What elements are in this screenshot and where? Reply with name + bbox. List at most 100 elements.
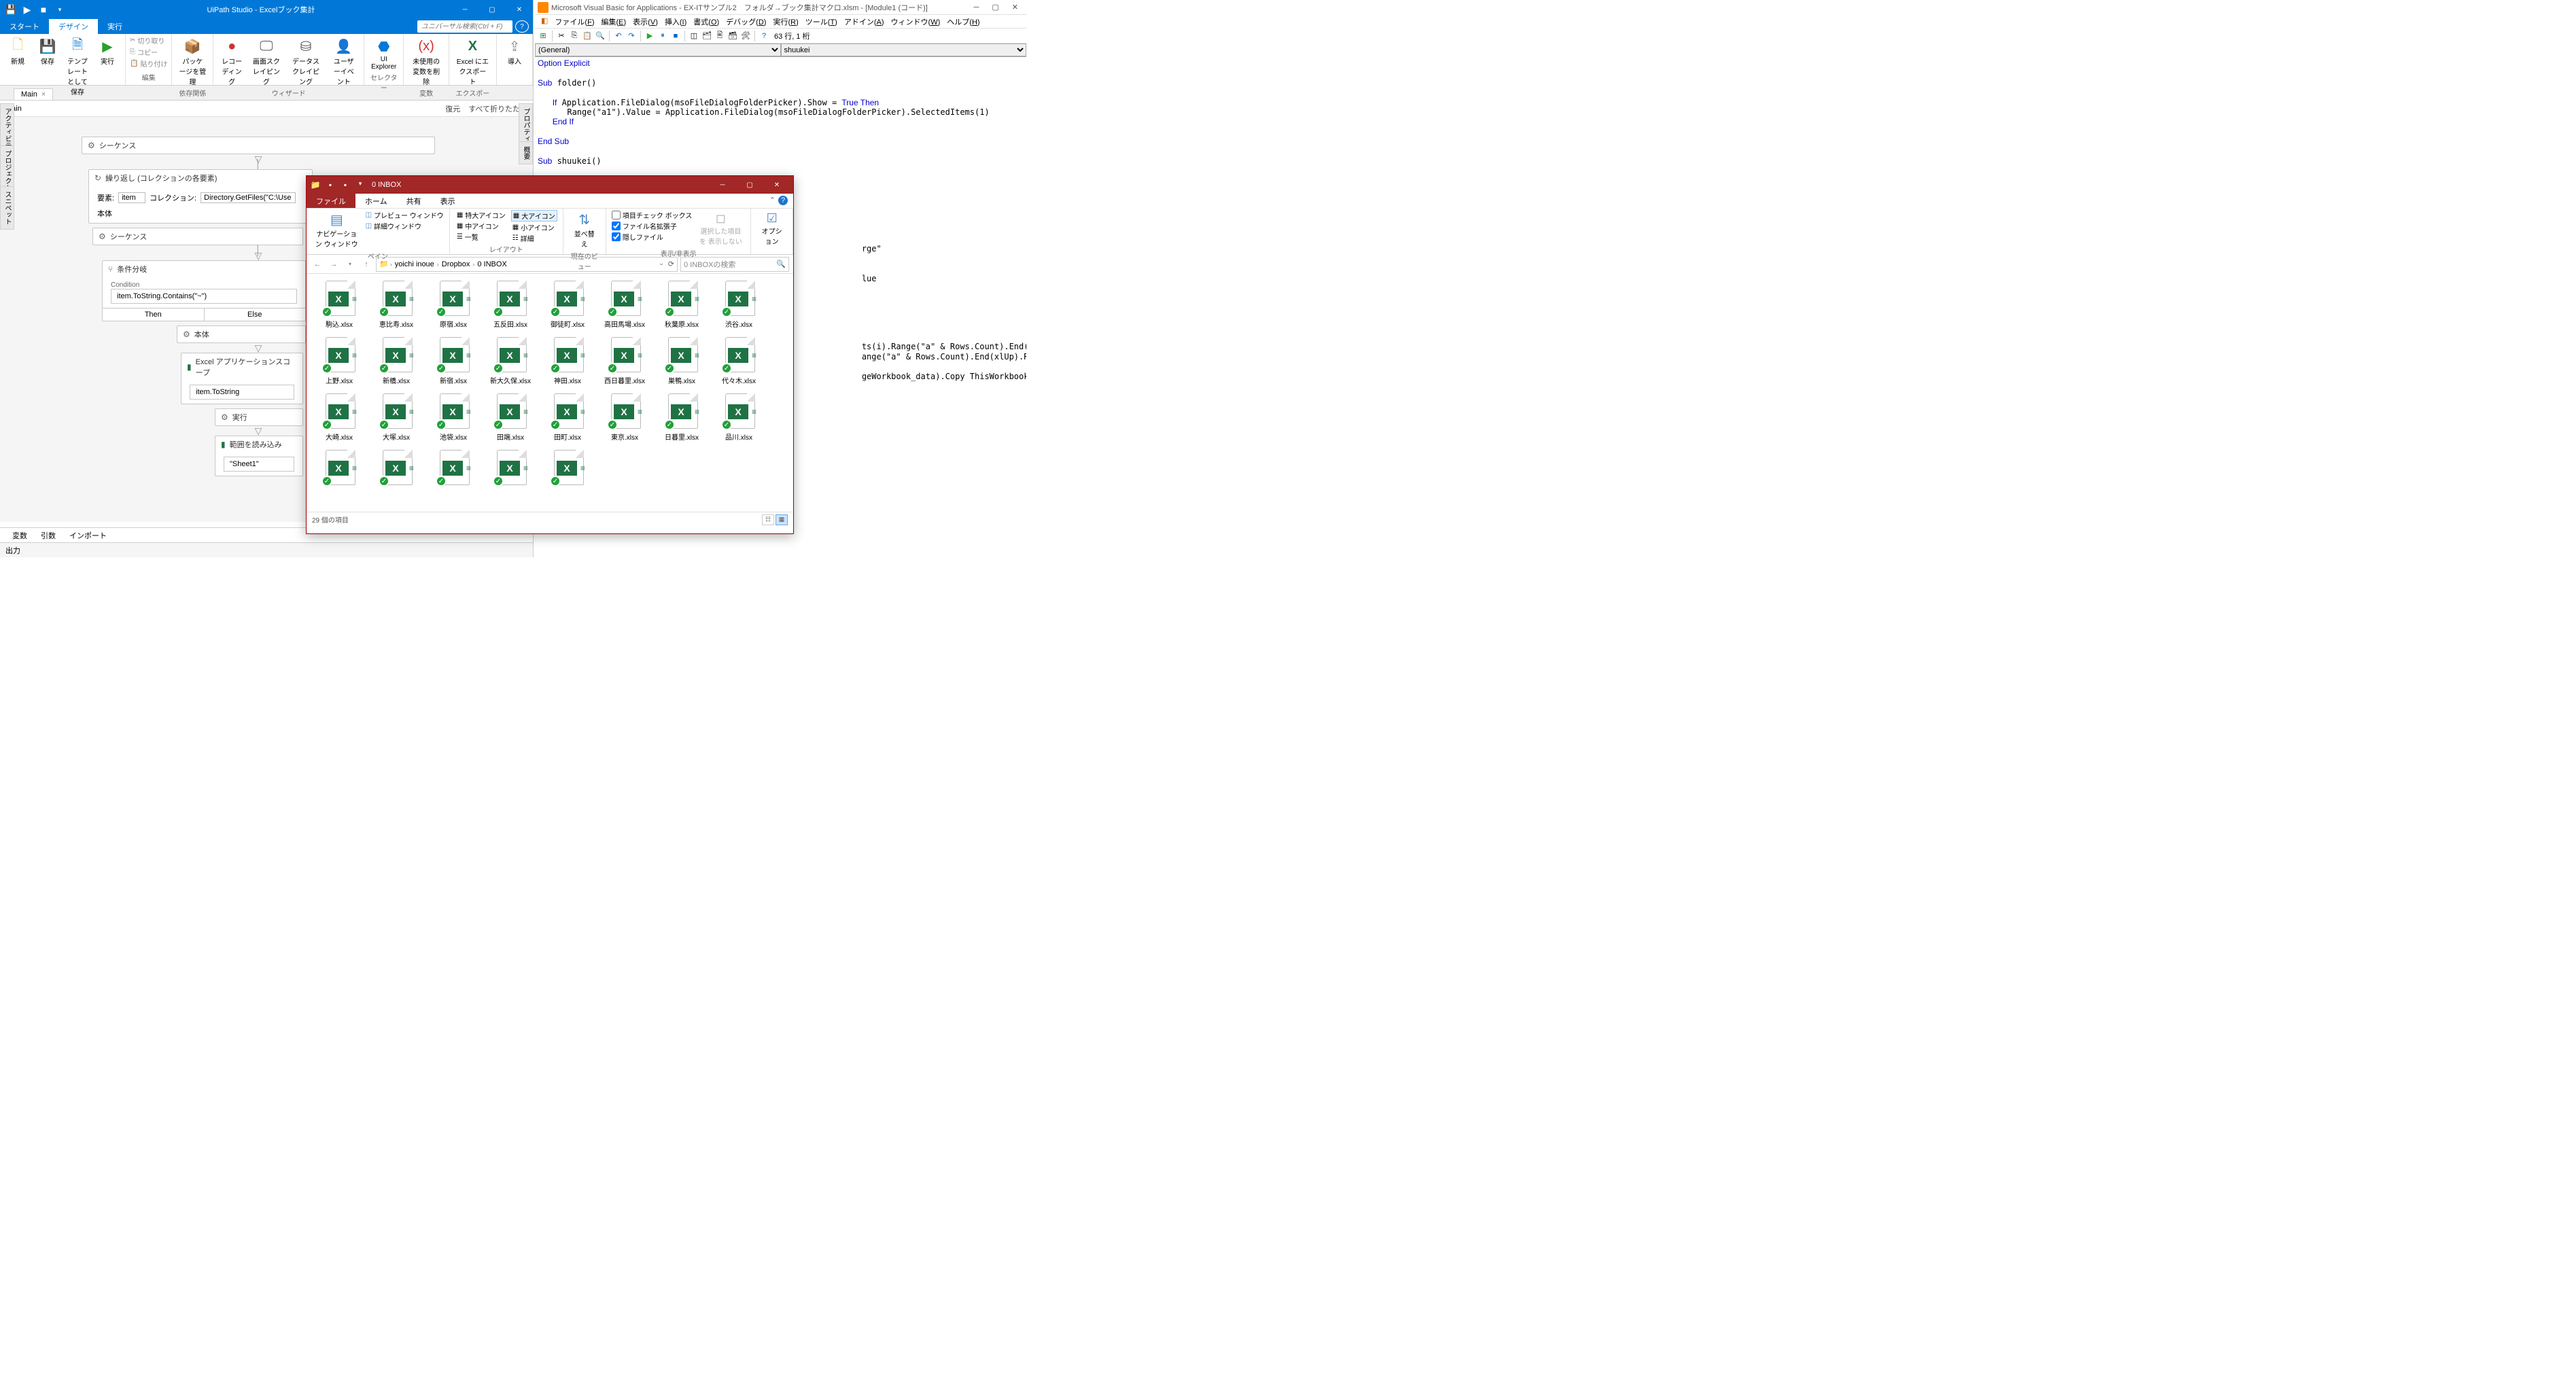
tab-home[interactable]: ホーム bbox=[355, 194, 397, 208]
activity-do[interactable]: ⚙実行 bbox=[215, 408, 303, 426]
copy-icon[interactable]: ⎘ bbox=[569, 31, 580, 41]
file-item[interactable]: X✓御徒町.xlsx bbox=[542, 279, 593, 329]
cb-extensions[interactable]: ファイル名拡張子 bbox=[612, 221, 692, 231]
project-explorer-icon[interactable]: 🗂 bbox=[701, 31, 712, 41]
view-xl-icons[interactable]: ▦ 特大アイコン bbox=[455, 210, 507, 220]
excel-path-input[interactable]: item.ToString bbox=[190, 385, 294, 400]
recent-button[interactable]: ▾ bbox=[343, 261, 357, 267]
menu-debug[interactable]: デバッグ(D) bbox=[723, 15, 769, 28]
menu-insert[interactable]: 挿入(I) bbox=[661, 15, 690, 28]
run-button[interactable]: ▶実行 bbox=[94, 35, 121, 67]
tab-start[interactable]: スタート bbox=[0, 19, 49, 34]
file-item[interactable]: X✓原宿.xlsx bbox=[428, 279, 479, 329]
file-item[interactable]: X✓新大久保.xlsx bbox=[485, 336, 536, 385]
file-item[interactable]: X✓品川.xlsx bbox=[713, 392, 765, 442]
new-button[interactable]: 🗋新規 bbox=[4, 35, 31, 67]
up-button[interactable]: ↑ bbox=[360, 260, 373, 268]
refresh-button[interactable]: ⟳ bbox=[668, 260, 674, 268]
remove-unused-button[interactable]: (x)未使用の変数を削除 bbox=[408, 35, 444, 88]
view-excel-icon[interactable]: ⊞ bbox=[538, 31, 549, 41]
file-item[interactable]: X✓代々木.xlsx bbox=[713, 336, 765, 385]
screen-scraping-button[interactable]: 🖵画面スクレイピング bbox=[249, 35, 284, 88]
path-segment[interactable]: 0 INBOX bbox=[476, 260, 508, 268]
redo-icon[interactable]: ↷ bbox=[626, 31, 637, 41]
activity-body[interactable]: ⚙本体 bbox=[177, 325, 306, 343]
toolbox-icon[interactable]: 🛠 bbox=[740, 31, 751, 41]
nav-pane-button[interactable]: ▤ナビゲーション ウィンドウ bbox=[312, 210, 362, 250]
file-item[interactable]: X✓田町.xlsx bbox=[542, 392, 593, 442]
path-segment[interactable]: Dropbox bbox=[440, 260, 472, 268]
qat-dropdown[interactable]: ▾ bbox=[52, 1, 68, 18]
close-button[interactable]: ✕ bbox=[506, 0, 533, 19]
maximize-button[interactable]: ▢ bbox=[986, 3, 1004, 12]
view-s-icons[interactable]: ▦ 小アイコン bbox=[511, 222, 557, 232]
file-item[interactable]: X✓ bbox=[370, 448, 422, 488]
doctab-main[interactable]: Main× bbox=[14, 88, 53, 100]
details-view-button[interactable]: ☷ bbox=[762, 514, 774, 525]
file-item[interactable]: X✓新橋.xlsx bbox=[370, 336, 422, 385]
file-item[interactable]: X✓新宿.xlsx bbox=[428, 336, 479, 385]
file-item[interactable]: X✓上野.xlsx bbox=[313, 336, 365, 385]
sheet-input[interactable]: "Sheet1" bbox=[224, 457, 294, 472]
paste-button[interactable]: 📋 貼り付け bbox=[130, 58, 167, 69]
props-icon[interactable]: ▪ bbox=[324, 180, 336, 190]
menu-addin[interactable]: アドイン(A) bbox=[841, 15, 888, 28]
data-scraping-button[interactable]: ⛁データスクレイピング bbox=[287, 35, 326, 88]
panel-outline[interactable]: 概要 bbox=[519, 141, 533, 164]
menu-help[interactable]: ヘルプ(H) bbox=[943, 15, 983, 28]
file-item[interactable]: X✓恵比寿.xlsx bbox=[370, 279, 422, 329]
object-browser-icon[interactable]: 🗃 bbox=[727, 31, 738, 41]
file-item[interactable]: X✓日暮里.xlsx bbox=[656, 392, 708, 442]
maximize-button[interactable]: ▢ bbox=[736, 176, 763, 194]
find-icon[interactable]: 🔍 bbox=[595, 31, 606, 41]
cb-hidden[interactable]: 隠しファイル bbox=[612, 232, 692, 242]
user-events-button[interactable]: 👤ユーザーイベント bbox=[328, 35, 360, 88]
view-l-icons[interactable]: ▦ 大アイコン bbox=[511, 210, 557, 222]
panel-properties[interactable]: プロパティ bbox=[519, 103, 533, 147]
file-item[interactable]: X✓秋葉原.xlsx bbox=[656, 279, 708, 329]
file-item[interactable]: X✓池袋.xlsx bbox=[428, 392, 479, 442]
tab-imports[interactable]: インポート bbox=[63, 528, 114, 541]
stop-icon[interactable]: ■ bbox=[35, 1, 52, 18]
explorer-titlebar[interactable]: 📁 ▪ ▪ ▾ 0 INBOX ─ ▢ ✕ bbox=[307, 176, 793, 194]
universal-search-input[interactable] bbox=[417, 20, 512, 33]
file-item[interactable]: X✓大塚.xlsx bbox=[370, 392, 422, 442]
view-details[interactable]: ☷ 詳細 bbox=[511, 233, 557, 243]
tab-design[interactable]: デザイン bbox=[49, 19, 98, 34]
activity-sequence-1[interactable]: ⚙シーケンス bbox=[82, 137, 435, 154]
path-segment[interactable]: yoichi inoue bbox=[394, 260, 436, 268]
file-list[interactable]: X✓駒込.xlsxX✓恵比寿.xlsxX✓原宿.xlsxX✓五反田.xlsxX✓… bbox=[307, 274, 793, 512]
run-icon[interactable]: ▶ bbox=[19, 1, 35, 18]
help-icon[interactable]: ? bbox=[759, 31, 769, 41]
file-item[interactable]: X✓ bbox=[313, 448, 365, 488]
design-mode-icon[interactable]: ◫ bbox=[689, 31, 699, 41]
paste-icon[interactable]: 📋 bbox=[582, 31, 593, 41]
item-input[interactable] bbox=[118, 192, 145, 203]
close-tab-icon[interactable]: × bbox=[41, 90, 46, 99]
activity-if[interactable]: ⑂条件分岐 Condition item.ToString.Contains("… bbox=[102, 260, 306, 321]
save-icon[interactable]: 💾 bbox=[3, 1, 19, 18]
minimize-button[interactable]: ─ bbox=[709, 176, 736, 194]
search-input[interactable]: 0 INBOXの検索 🔍 bbox=[680, 257, 789, 272]
menu-tools[interactable]: ツール(T) bbox=[802, 15, 841, 28]
restore-button[interactable]: 復元 bbox=[445, 103, 460, 114]
menu-window[interactable]: ウィンドウ(W) bbox=[888, 15, 944, 28]
activity-sequence-2[interactable]: ⚙シーケンス bbox=[92, 228, 303, 245]
ui-explorer-button[interactable]: ⬣UI Explorer bbox=[368, 35, 399, 72]
file-item[interactable]: X✓駒込.xlsx bbox=[313, 279, 365, 329]
file-item[interactable]: X✓ bbox=[485, 448, 536, 488]
options-button[interactable]: ☑オプション bbox=[756, 210, 787, 252]
tab-arguments[interactable]: 引数 bbox=[34, 528, 63, 541]
preview-pane-button[interactable]: ◫プレビュー ウィンドウ bbox=[366, 210, 444, 220]
address-bar[interactable]: 📁› yoichi inoue› Dropbox› 0 INBOX ⌄ ⟳ bbox=[376, 257, 678, 272]
icons-view-button[interactable]: ▦ bbox=[776, 514, 788, 525]
copy-button[interactable]: ⎘ コピー bbox=[130, 47, 167, 57]
ribbon-collapse-icon[interactable]: ⌃ bbox=[769, 196, 776, 206]
qat-dropdown[interactable]: ▾ bbox=[354, 180, 366, 190]
maximize-button[interactable]: ▢ bbox=[478, 0, 506, 19]
menu-edit[interactable]: 編集(E) bbox=[597, 15, 629, 28]
save-button[interactable]: 💾保存 bbox=[34, 35, 61, 67]
activity-foreach[interactable]: ↻繰り返し (コレクションの各要素) 要素: コレクション: 本体 bbox=[88, 169, 313, 224]
tab-run[interactable]: 実行 bbox=[98, 19, 132, 34]
new-folder-icon[interactable]: ▪ bbox=[339, 180, 351, 190]
